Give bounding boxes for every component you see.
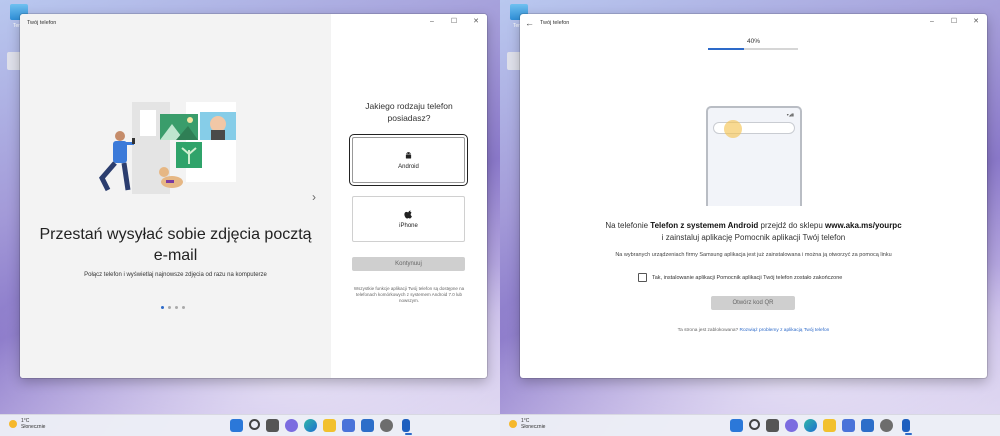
start-icon[interactable] (730, 419, 743, 432)
headline: Przestań wysyłać sobie zdjęcia pocztą e-… (20, 224, 331, 266)
desktop-left: Ten k Twój telefon Przestań wysyłać sobi… (0, 0, 500, 436)
help-prefix: Ta strona jest zablokowana? (677, 328, 739, 333)
touch-indicator (724, 120, 742, 138)
your-phone-window-left: Twój telefon Przestań wysyłać sobie zdję… (20, 14, 487, 378)
weather-widget[interactable]: 1°C Słonecznie (9, 418, 45, 430)
minimize-button[interactable]: – (421, 14, 443, 28)
install-instructions: Na telefonie Telefon z systemem Android … (520, 220, 987, 244)
taskbar-left: 1°C Słonecznie (0, 414, 500, 436)
sun-icon (509, 420, 517, 428)
android-icon (405, 151, 412, 158)
file-explorer-icon[interactable] (323, 419, 336, 432)
store-icon[interactable] (342, 419, 355, 432)
headline-line2: e-mail (153, 247, 198, 264)
your-phone-icon[interactable] (402, 419, 412, 435)
your-phone-window-right: ← Twój telefon – ☐ ✕ 40% ▾◢▮ Na telefoni… (520, 14, 987, 378)
apple-icon (404, 210, 412, 219)
headline-line1: Przestań wysyłać sobie zdjęcia pocztą (39, 226, 312, 243)
samsung-note: Na wybranych urządzeniach firmy Samsung … (615, 252, 892, 258)
carousel-dot-3[interactable] (175, 306, 178, 309)
compatibility-note: Wszystkie funkcje aplikacji Twój telefon… (341, 286, 477, 304)
desktop-right: Ten k ← Twój telefon – ☐ ✕ 40% ▾◢▮ Na te… (500, 0, 1000, 436)
close-button[interactable]: ✕ (465, 14, 487, 28)
install-confirm-checkbox[interactable] (638, 273, 647, 282)
phone-type-pane: – ☐ ✕ Jakiego rodzaju telefon posiadasz?… (331, 14, 487, 378)
settings-icon[interactable] (380, 419, 393, 432)
weather-widget[interactable]: 1°C Słonecznie (509, 418, 545, 430)
settings-icon[interactable] (880, 419, 893, 432)
phone-status-icons: ▾◢▮ (786, 112, 794, 117)
maximize-button[interactable]: ☐ (943, 14, 965, 28)
taskbar-right: 1°C Słonecznie (500, 414, 1000, 436)
install-confirm-label: Tak, instalowanie aplikacji Pomocnik apl… (652, 274, 843, 281)
android-option[interactable]: Android (349, 134, 468, 186)
carousel-dot-4[interactable] (182, 306, 185, 309)
carousel-dot-2[interactable] (168, 306, 171, 309)
mail-icon[interactable] (361, 419, 374, 432)
weather-desc: Słonecznie (21, 424, 46, 430)
phone-type-question: Jakiego rodzaju telefon posiadasz? (331, 100, 487, 124)
file-explorer-icon[interactable] (823, 419, 836, 432)
maximize-button[interactable]: ☐ (443, 14, 465, 28)
chat-icon[interactable] (785, 419, 798, 432)
progress-bar (708, 48, 798, 50)
minimize-button[interactable]: – (921, 14, 943, 28)
window-title: Twój telefon (27, 20, 57, 26)
instr-line2: i zainstaluj aplikację Pomocnik aplikacj… (661, 233, 846, 242)
intro-pane: Twój telefon Przestań wysyłać sobie zdję… (20, 14, 331, 378)
edge-icon[interactable] (304, 419, 317, 432)
note-line3: nowszym. (398, 298, 419, 303)
task-view-icon[interactable] (766, 419, 779, 432)
continue-button[interactable]: Kontynuuj (352, 257, 465, 271)
store-icon[interactable] (842, 419, 855, 432)
open-qr-button[interactable]: Otwórz kod QR (711, 296, 795, 310)
carousel-dots (161, 306, 185, 309)
instr-device: Telefon z systemem Android (650, 221, 759, 230)
install-confirm-row[interactable]: Tak, instalowanie aplikacji Pomocnik apl… (638, 273, 842, 282)
chevron-right-icon[interactable]: › (312, 190, 316, 204)
window-title: Twój telefon (540, 20, 570, 26)
progress: 40% (520, 38, 987, 50)
taskbar-icons (730, 419, 912, 435)
illustration-photos (99, 102, 236, 194)
window-controls: – ☐ ✕ (421, 14, 487, 28)
close-button[interactable]: ✕ (965, 14, 987, 28)
instr-mid: przejdź do sklepu (758, 221, 826, 230)
iphone-label: iPhone (399, 223, 418, 229)
task-view-icon[interactable] (266, 419, 279, 432)
taskbar-icons (230, 419, 412, 435)
weather-desc: Słonecznie (521, 424, 546, 430)
question-line1: Jakiego rodzaju telefon (365, 101, 453, 111)
help-line: Ta strona jest zablokowana? Rozwiąż prob… (520, 328, 987, 333)
sun-icon (9, 420, 17, 428)
carousel-dot-1[interactable] (161, 306, 164, 309)
edge-icon[interactable] (804, 419, 817, 432)
mail-icon[interactable] (861, 419, 874, 432)
question-line2: posiadasz? (387, 113, 431, 123)
window-controls: – ☐ ✕ (921, 14, 987, 28)
instr-line1: Na telefonie Telefon z systemem Android … (520, 220, 987, 232)
title-bar: ← Twój telefon (520, 14, 987, 32)
android-label: Android (398, 163, 419, 170)
instr-prefix: Na telefonie (605, 221, 651, 230)
troubleshoot-link[interactable]: Rozwiąż problemy z aplikacją Twój telefo… (740, 328, 830, 333)
start-icon[interactable] (230, 419, 243, 432)
instr-url: www.aka.ms/yourpc (825, 221, 902, 230)
back-arrow-icon[interactable]: ← (525, 18, 534, 28)
search-icon[interactable] (249, 419, 260, 430)
search-icon[interactable] (749, 419, 760, 430)
progress-percent: 40% (746, 38, 760, 45)
iphone-option[interactable]: iPhone (352, 196, 465, 242)
progress-fill (708, 48, 744, 50)
chat-icon[interactable] (285, 419, 298, 432)
subline: Połącz telefon i wyświetlaj najnowsze zd… (84, 272, 267, 278)
title-bar: Twój telefon (20, 14, 331, 32)
your-phone-icon[interactable] (902, 419, 912, 435)
phone-illustration: ▾◢▮ (706, 106, 802, 206)
